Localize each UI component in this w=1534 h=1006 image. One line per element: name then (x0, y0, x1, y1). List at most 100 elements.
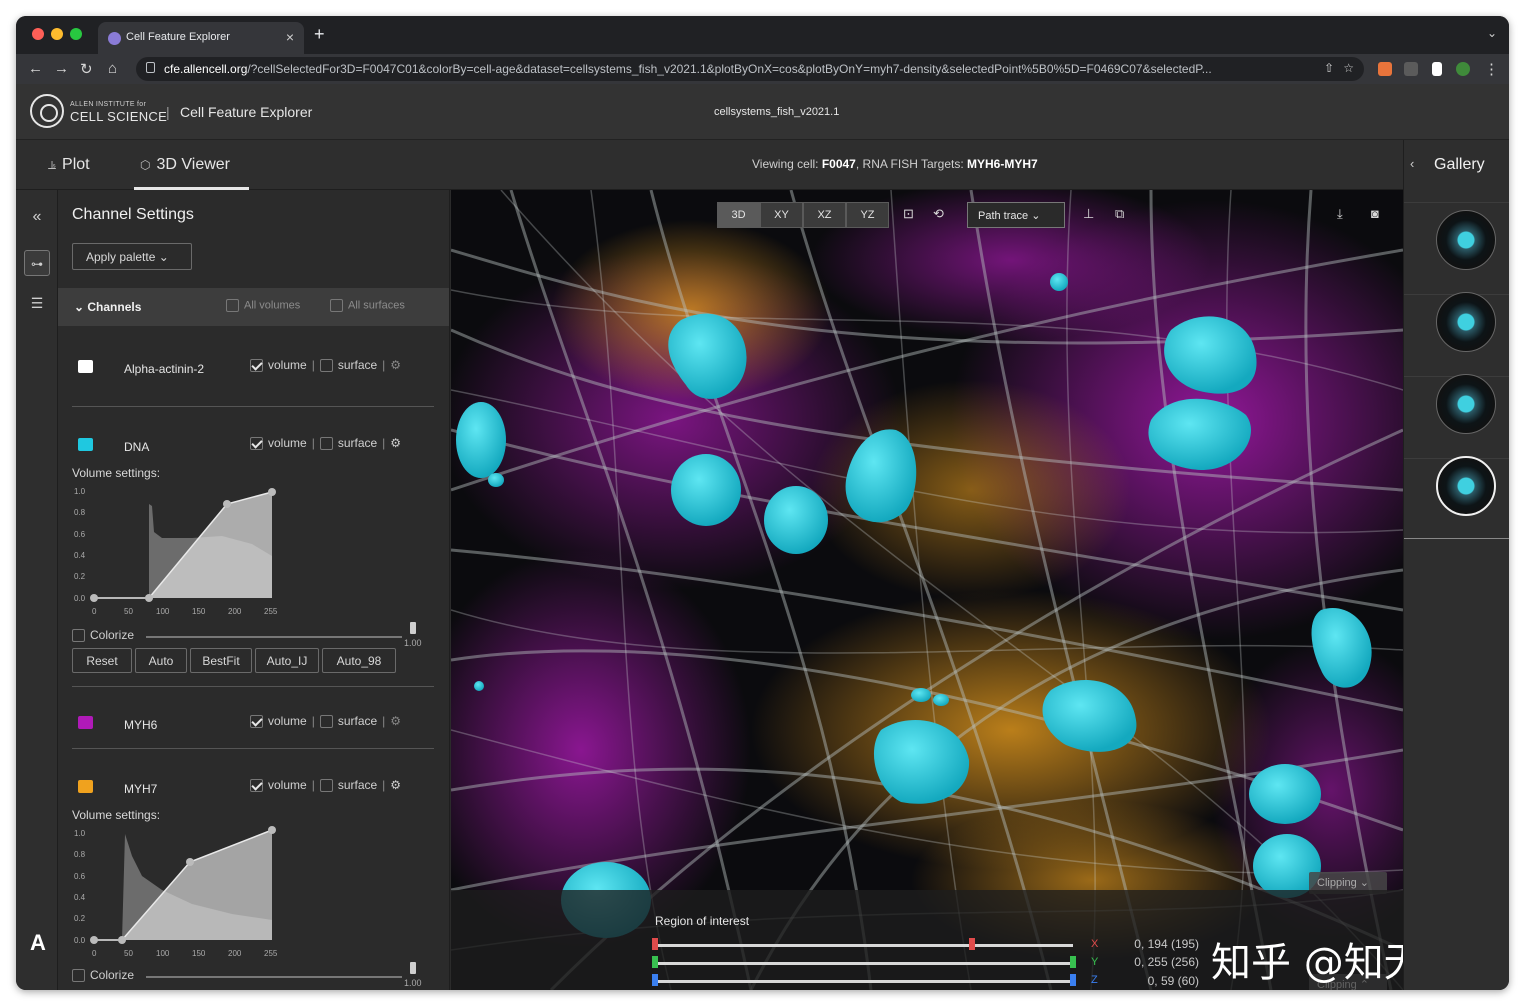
view-mode-xz[interactable]: XZ (803, 202, 846, 228)
channel-settings-icon[interactable]: ⊶ (24, 250, 50, 276)
tab-3d-viewer[interactable]: ⬡ 3D Viewer (140, 156, 230, 174)
sliders-icon[interactable]: ☰ (24, 290, 50, 316)
maximize-window-icon[interactable] (70, 28, 82, 40)
view-mode-yz[interactable]: YZ (846, 202, 889, 228)
z-range-slider[interactable] (655, 980, 1073, 983)
channel-row: DNA volume | surface | ⚙ (58, 430, 449, 470)
transfer-function-chart[interactable]: 1.0 0.8 0.6 0.4 0.2 0.0 0 50 100 150 200 255 (72, 826, 332, 962)
extension-icon[interactable] (1378, 62, 1392, 76)
download-icon[interactable]: ⤓ (1337, 206, 1343, 222)
browser-tab[interactable]: Cell Feature Explorer × (98, 22, 304, 54)
render-mode-dropdown[interactable]: Path trace ⌄ (967, 202, 1065, 228)
control-point[interactable] (118, 936, 126, 944)
browser-menu-icon[interactable]: ⋮ (1484, 60, 1499, 78)
view-mode-xy[interactable]: XY (760, 202, 803, 228)
gear-icon[interactable]: ⚙ (390, 778, 401, 792)
volume-checkbox[interactable]: volume (250, 714, 307, 729)
y-range-slider[interactable] (655, 962, 1073, 965)
slider-handle[interactable] (410, 622, 416, 634)
volume-checkbox[interactable]: volume (250, 358, 307, 373)
forward-icon[interactable]: → (54, 60, 69, 77)
sidepanel-icon[interactable] (1432, 62, 1442, 76)
bestfit-button[interactable]: BestFit (190, 648, 252, 673)
close-tab-icon[interactable]: × (286, 29, 294, 45)
channel-color-swatch[interactable] (78, 780, 93, 793)
x-axis-label: X (1091, 938, 1099, 950)
axis-icon[interactable]: ⊥ (1083, 206, 1094, 222)
reset-button[interactable]: Reset (72, 648, 132, 673)
gear-icon[interactable]: ⚙ (390, 436, 401, 450)
colorize-checkbox[interactable]: Colorize (72, 628, 134, 643)
z-max-handle[interactable] (1070, 974, 1076, 986)
tab-search-icon[interactable]: ⌄ (1487, 26, 1497, 40)
collapse-gallery-icon[interactable]: ‹ (1410, 156, 1414, 171)
camera-icon[interactable]: ◙ (1371, 206, 1379, 221)
x-range-slider[interactable] (655, 944, 1073, 947)
surface-checkbox[interactable]: surface (319, 714, 377, 729)
view-mode-3d[interactable]: 3D (717, 202, 760, 228)
address-bar[interactable]: cfe.allencell.org/?cellSelectedFor3D=F00… (136, 57, 1364, 81)
colorize-checkbox[interactable]: Colorize (72, 968, 134, 983)
apply-palette-dropdown[interactable]: Apply palette ⌄ (72, 243, 192, 270)
auto-button[interactable]: Auto (135, 648, 187, 673)
share-icon[interactable]: ⇧ (1324, 61, 1334, 75)
volume-checkbox[interactable]: volume (250, 436, 307, 451)
tab-plot[interactable]: ⫡ Plot (48, 156, 90, 174)
all-surfaces-checkbox[interactable]: All surfaces (330, 299, 405, 312)
y-max-handle[interactable] (1070, 956, 1076, 968)
y-axis-ticks: 1.0 0.8 0.6 0.4 0.2 0.0 (74, 487, 86, 603)
channel-color-swatch[interactable] (78, 716, 93, 729)
home-icon[interactable]: ⌂ (108, 60, 117, 77)
all-volumes-checkbox[interactable]: All volumes (226, 299, 300, 312)
control-point[interactable] (268, 826, 276, 834)
channel-color-swatch[interactable] (78, 438, 93, 451)
control-point[interactable] (268, 488, 276, 496)
gallery-thumbnail[interactable] (1436, 374, 1496, 434)
control-point[interactable] (90, 594, 98, 602)
browser-tab-strip: Cell Feature Explorer × + ⌄ (16, 16, 1509, 54)
auto-ij-button[interactable]: Auto_IJ (255, 648, 319, 673)
control-point[interactable] (90, 936, 98, 944)
channel-options: volume | surface | ⚙ (250, 778, 401, 793)
surface-checkbox[interactable]: surface (319, 358, 377, 373)
gallery-thumbnail[interactable] (1436, 210, 1496, 270)
bounding-box-icon[interactable]: ⧉ (1115, 206, 1124, 222)
surface-checkbox[interactable]: surface (319, 778, 377, 793)
new-tab-button[interactable]: + (314, 24, 325, 45)
slider-handle[interactable] (410, 962, 416, 974)
3d-viewer-canvas[interactable]: 3D XY XZ YZ ⊡ ⟲ Path trace ⌄ ⊥ ⧉ ⤓ ◙ Cli… (451, 190, 1403, 990)
surface-checkbox[interactable]: surface (319, 436, 377, 451)
bookmark-star-icon[interactable]: ☆ (1343, 61, 1354, 75)
transfer-function-chart[interactable]: 1.0 0.8 0.6 0.4 0.2 0.0 0 50 100 150 200 255 (72, 484, 332, 620)
profile-avatar[interactable] (1456, 62, 1470, 76)
gallery-thumbnail-selected[interactable] (1436, 456, 1496, 516)
rotate-icon[interactable]: ⟲ (933, 206, 944, 222)
extensions-puzzle-icon[interactable] (1404, 62, 1418, 76)
gallery-thumbnail[interactable] (1436, 292, 1496, 352)
collapse-panel-icon[interactable]: « (24, 204, 50, 230)
z-min-handle[interactable] (652, 974, 658, 986)
gear-icon[interactable]: ⚙ (390, 714, 401, 728)
back-icon[interactable]: ← (28, 60, 43, 77)
svg-text:0.0: 0.0 (74, 936, 86, 945)
channels-toggle[interactable]: ⌄ Channels (74, 300, 141, 314)
control-point[interactable] (145, 594, 153, 602)
minimize-window-icon[interactable] (51, 28, 63, 40)
reset-camera-icon[interactable]: ⊡ (903, 206, 914, 222)
auto-98-button[interactable]: Auto_98 (322, 648, 396, 673)
reload-icon[interactable]: ↻ (80, 60, 93, 78)
x-max-handle[interactable] (969, 938, 975, 950)
divider (72, 686, 434, 687)
colorize-slider[interactable] (146, 636, 402, 638)
control-point[interactable] (186, 858, 194, 866)
x-axis-ticks: 0 50 100 150 200 255 (92, 949, 278, 958)
gear-icon[interactable]: ⚙ (390, 358, 401, 372)
y-min-handle[interactable] (652, 956, 658, 968)
colorize-slider[interactable] (146, 976, 402, 978)
control-point[interactable] (223, 500, 231, 508)
svg-text:150: 150 (192, 949, 206, 958)
volume-checkbox[interactable]: volume (250, 778, 307, 793)
x-min-handle[interactable] (652, 938, 658, 950)
channel-color-swatch[interactable] (78, 360, 93, 373)
close-window-icon[interactable] (32, 28, 44, 40)
